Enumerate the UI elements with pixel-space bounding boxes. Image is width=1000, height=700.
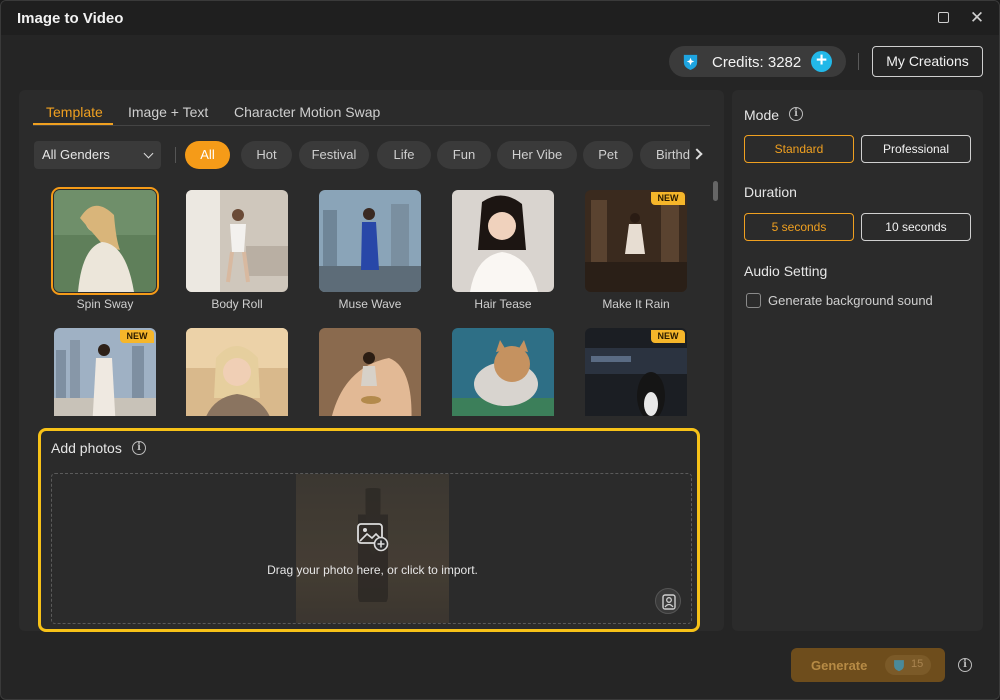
generate-label: Generate xyxy=(811,658,868,673)
chip-life[interactable]: Life xyxy=(377,141,431,169)
template-card[interactable]: Hair Tease xyxy=(452,190,554,311)
template-image xyxy=(319,190,421,292)
new-badge: NEW xyxy=(651,192,685,205)
template-label: Spin Sway xyxy=(76,297,134,311)
filter-divider xyxy=(175,147,176,163)
credits-label: Credits: 3282 xyxy=(712,54,802,71)
settings-panel: Mode i Standard Professional Duration 5 … xyxy=(732,90,983,631)
maximize-icon xyxy=(937,12,949,23)
template-card[interactable] xyxy=(186,328,288,416)
generate-button[interactable]: Generate 15 xyxy=(791,648,945,682)
chip-festival[interactable]: Festival xyxy=(299,141,369,169)
template-image xyxy=(186,190,288,292)
close-button[interactable]: ✕ xyxy=(967,8,987,28)
template-thumbnail xyxy=(319,328,421,416)
credit-gem-icon xyxy=(894,660,904,672)
template-card[interactable]: Body Roll xyxy=(186,190,288,311)
template-thumbnail: NEW xyxy=(585,190,687,292)
template-card[interactable]: NEW xyxy=(54,328,156,416)
template-image xyxy=(452,190,554,292)
template-image xyxy=(54,190,156,292)
chevron-right-icon xyxy=(691,148,703,160)
tab-character-motion-swap[interactable]: Character Motion Swap xyxy=(234,104,380,120)
gender-select[interactable]: All Genders xyxy=(34,141,161,169)
duration-label: Duration xyxy=(744,184,797,200)
template-image xyxy=(186,328,288,416)
add-photos-section: Add photos i Drag your photo here, or cl… xyxy=(38,428,700,632)
template-thumbnail xyxy=(186,328,288,416)
maximize-button[interactable] xyxy=(933,8,953,28)
template-thumbnail xyxy=(319,190,421,292)
template-thumbnail: NEW xyxy=(54,328,156,416)
mode-professional-button[interactable]: Professional xyxy=(861,135,971,163)
template-thumbnail xyxy=(51,187,159,295)
credit-gem-icon xyxy=(683,54,698,71)
template-image xyxy=(319,328,421,416)
template-card[interactable] xyxy=(319,328,421,416)
cost-pill: 15 xyxy=(885,655,931,675)
duration-5s-button[interactable]: 5 seconds xyxy=(744,213,854,241)
template-label: Body Roll xyxy=(211,297,263,311)
chips-next-button[interactable] xyxy=(691,145,705,165)
cost-value: 15 xyxy=(911,658,924,670)
background-sound-label[interactable]: Generate background sound xyxy=(768,293,933,308)
chip-birthday[interactable]: Birthday xyxy=(640,141,690,169)
template-image xyxy=(452,328,554,416)
active-tab-underline xyxy=(33,123,113,125)
duration-10s-button[interactable]: 10 seconds xyxy=(861,213,971,241)
template-thumbnail xyxy=(186,190,288,292)
template-card[interactable]: Muse Wave xyxy=(319,190,421,311)
audio-setting-label: Audio Setting xyxy=(744,263,828,279)
template-label: Hair Tease xyxy=(474,297,532,311)
template-thumbnail xyxy=(452,190,554,292)
my-creations-button[interactable]: My Creations xyxy=(872,46,983,77)
tab-image-text[interactable]: Image + Text xyxy=(128,104,208,120)
template-label: Muse Wave xyxy=(338,297,402,311)
template-thumbnail xyxy=(452,328,554,416)
image-to-video-window: Image to Video ✕ Credits: 3282 + My Crea… xyxy=(0,0,1000,700)
chevron-down-icon xyxy=(143,148,154,159)
template-image xyxy=(585,190,687,292)
template-card[interactable]: NEW xyxy=(585,328,687,416)
chip-her-vibe[interactable]: Her Vibe xyxy=(497,141,577,169)
gender-select-value: All Genders xyxy=(42,147,110,162)
title-bar: Image to Video ✕ xyxy=(1,1,999,35)
dropzone-text: Drag your photo here, or click to import… xyxy=(267,563,478,577)
new-badge: NEW xyxy=(651,330,685,343)
photo-dropzone[interactable]: Drag your photo here, or click to import… xyxy=(51,473,692,624)
chip-fun[interactable]: Fun xyxy=(437,141,491,169)
close-icon: ✕ xyxy=(969,8,985,27)
background-sound-checkbox[interactable] xyxy=(746,293,761,308)
template-grid: Spin Sway Body Roll Muse Wave Hair Tease… xyxy=(19,186,724,416)
info-icon[interactable]: i xyxy=(132,441,146,455)
chip-pet[interactable]: Pet xyxy=(583,141,633,169)
tab-template[interactable]: Template xyxy=(46,104,103,120)
chip-all[interactable]: All xyxy=(185,141,230,169)
template-card[interactable] xyxy=(452,328,554,416)
template-card[interactable]: NEW Make It Rain xyxy=(585,190,687,311)
template-label: Make It Rain xyxy=(602,297,670,311)
category-chips: All Hot Festival Life Fun Her Vibe Pet B… xyxy=(185,141,690,169)
new-badge: NEW xyxy=(120,330,154,343)
template-thumbnail: NEW xyxy=(585,328,687,416)
generate-info-icon[interactable]: i xyxy=(958,658,972,672)
mode-info-icon[interactable]: i xyxy=(789,107,803,121)
portrait-library-button[interactable] xyxy=(655,588,681,614)
mode-standard-button[interactable]: Standard xyxy=(744,135,854,163)
credits-pill: Credits: 3282 + xyxy=(669,46,846,77)
mode-label: Mode xyxy=(744,107,780,123)
window-title: Image to Video xyxy=(17,10,124,27)
chip-hot[interactable]: Hot xyxy=(241,141,292,169)
scrollbar-thumb[interactable] xyxy=(713,181,718,201)
header-divider xyxy=(858,53,859,70)
template-scrollbar[interactable] xyxy=(713,179,718,409)
portrait-icon xyxy=(662,594,676,610)
image-add-icon xyxy=(357,523,389,552)
tab-bar: Template Image + Text Character Motion S… xyxy=(33,90,710,126)
template-card[interactable]: Spin Sway xyxy=(51,187,159,311)
add-photos-title: Add photos xyxy=(51,440,122,456)
add-credits-button[interactable]: + xyxy=(811,51,832,72)
